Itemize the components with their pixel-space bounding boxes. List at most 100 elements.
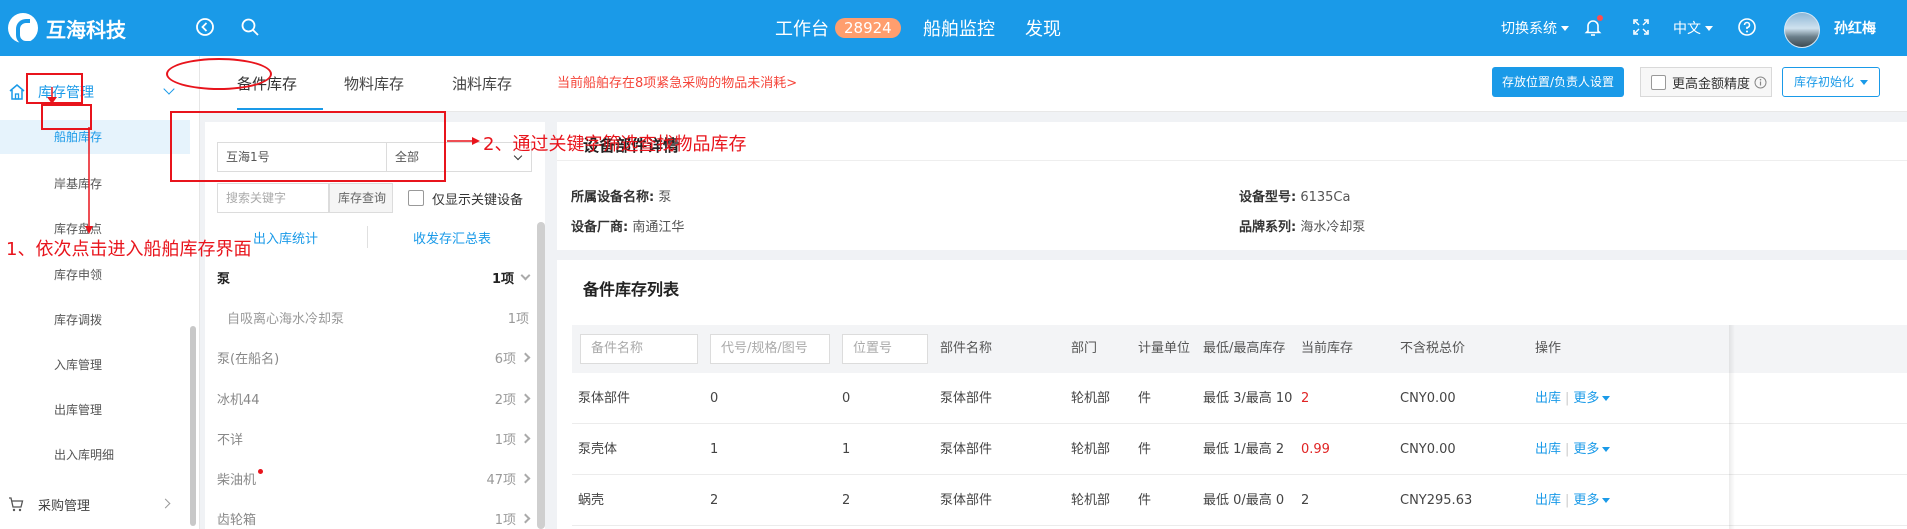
annotation-step1: 1、依次点击进入船舶库存界面 (6, 239, 252, 260)
inventory-init-dropdown[interactable]: 库存初始化 (1782, 67, 1880, 97)
equip-name-label: 所属设备名称: (571, 190, 655, 205)
category-item[interactable]: 齿轮箱 1项 (217, 498, 531, 529)
table-row: 蜗壳 2 2 泵体部件 轮机部 件 最低 0/最高 0 2 CNY295.63 … (572, 475, 1907, 526)
sidebar-item-shore-inventory[interactable]: 岸基库存 (54, 174, 102, 194)
divider (367, 226, 368, 248)
language-label: 中文 (1673, 21, 1701, 37)
header-part-name: 部件名称 (940, 341, 993, 356)
category-item[interactable]: 泵 1项 (217, 257, 531, 297)
maker-label: 设备厂商: (571, 220, 629, 235)
outbound-link[interactable]: 出库 (1535, 391, 1561, 406)
category-count: 6项 (494, 351, 516, 367)
switch-system-dropdown[interactable]: 切换系统 (1501, 0, 1569, 56)
maker-field: 设备厂商: 南通江华 (571, 216, 684, 235)
cell-total: CNY295.63 (1400, 493, 1473, 508)
location-filter-input[interactable]: 位置号 (842, 334, 928, 364)
cell-unit: 件 (1138, 493, 1152, 508)
nav-discover[interactable]: 发现 (1025, 0, 1061, 56)
nav-workbench[interactable]: 工作台 28924 (775, 0, 901, 56)
cell-dept: 轮机部 (1071, 391, 1111, 406)
higher-precision-checkbox[interactable] (1651, 74, 1666, 90)
model-field: 设备型号: 6135Ca (1239, 186, 1350, 205)
alert-dot (258, 468, 264, 474)
key-equipment-checkbox[interactable] (408, 190, 424, 206)
category-item[interactable]: 不详 1项 (217, 418, 531, 458)
back-icon[interactable] (194, 16, 216, 38)
more-label: 更多 (1573, 442, 1600, 457)
help-icon[interactable] (1736, 16, 1758, 38)
more-dropdown[interactable]: 更多 (1573, 391, 1611, 406)
tab-oil[interactable]: 油料库存 (452, 56, 512, 112)
sidebar-item-requisition[interactable]: 库存申领 (54, 265, 102, 285)
chevron-right-icon (520, 473, 531, 483)
summary-report-link[interactable]: 收发存汇总表 (413, 228, 491, 247)
sidebar-item-transfer[interactable]: 库存调拨 (54, 310, 102, 330)
category-item[interactable]: 冰机44 2项 (217, 378, 531, 418)
language-dropdown[interactable]: 中文 (1673, 0, 1713, 56)
nav-ship-monitor[interactable]: 船舶监控 (923, 0, 995, 56)
chevron-right-icon (520, 352, 531, 362)
table-header: 备件名称 代号/规格/图号 位置号 部件名称 部门 计量单位 最低/最高库存 当… (572, 325, 1907, 373)
sidebar-item-io-detail[interactable]: 出入库明细 (54, 445, 114, 465)
divider: | (1565, 442, 1570, 457)
category-name: 冰机44 (217, 392, 260, 408)
maker-value: 南通江华 (632, 220, 685, 235)
search-icon[interactable] (239, 16, 261, 38)
category-child-item[interactable]: 自吸离心海水冷却泵 1项 (217, 297, 529, 337)
info-icon[interactable] (1754, 76, 1767, 89)
sidebar-item-outbound[interactable]: 出库管理 (54, 400, 102, 420)
sidebar-item-ship-inventory[interactable]: 船舶库存 (54, 127, 102, 147)
row-actions: 出库 | 更多 (1535, 475, 1611, 526)
caret-down-icon (1561, 25, 1569, 31)
sidebar-scrollbar[interactable] (190, 326, 196, 526)
cell-code: 1 (710, 442, 719, 457)
header-unit: 计量单位 (1138, 341, 1191, 356)
category-name: 泵(在船名) (217, 351, 280, 367)
sidebar-section-purchase-label: 采购管理 (38, 498, 91, 514)
urgent-alert-link[interactable]: 当前船舶存在8项紧急采购的物品未消耗> (557, 56, 797, 112)
brand-name: 互海科技 (46, 17, 126, 42)
cell-dept: 轮机部 (1071, 442, 1111, 457)
avatar[interactable] (1784, 12, 1820, 48)
brand-logo[interactable]: 互海科技 (8, 12, 126, 45)
header-total-price: 不含税总价 (1400, 341, 1466, 356)
inventory-query-button[interactable]: 库存查询 (329, 183, 393, 213)
cell-code: 2 (710, 493, 719, 508)
higher-precision-toggle[interactable]: 更高金额精度 (1640, 67, 1772, 97)
equip-name-value: 泵 (658, 190, 672, 205)
keyword-search-input[interactable]: 搜索关键字 (217, 183, 329, 213)
switch-system-label: 切换系统 (1501, 21, 1557, 37)
part-name-filter-input[interactable]: 备件名称 (580, 334, 698, 364)
more-label: 更多 (1573, 493, 1600, 508)
category-count: 1项 (507, 311, 529, 327)
more-dropdown[interactable]: 更多 (1573, 442, 1611, 457)
fullscreen-icon[interactable] (1630, 16, 1652, 38)
location-settings-button[interactable]: 存放位置/负责人设置 (1492, 67, 1624, 97)
sidebar-section-purchase[interactable]: 采购管理 (0, 488, 190, 520)
category-panel: 互海1号 全部 搜索关键字 库存查询 仅显示关键设备 出入库统计 收发存汇总表 … (205, 122, 545, 529)
outbound-link[interactable]: 出库 (1535, 442, 1561, 457)
category-item[interactable]: 柴油机 47项 (217, 458, 531, 498)
category-item[interactable]: 泵(在船名) 6项 (217, 337, 531, 377)
code-filter-input[interactable]: 代号/规格/图号 (710, 334, 830, 364)
tab-materials[interactable]: 物料库存 (344, 56, 404, 112)
chevron-right-icon (520, 513, 531, 523)
io-stats-link[interactable]: 出入库统计 (253, 228, 318, 247)
header-current-stock: 当前库存 (1301, 341, 1354, 356)
category-count: 47项 (486, 472, 516, 488)
cell-dept: 轮机部 (1071, 493, 1111, 508)
active-tab-indicator (237, 108, 323, 110)
cell-min-max: 最低 1/最高 2 (1203, 442, 1285, 457)
higher-precision-label: 更高金额精度 (1672, 76, 1751, 92)
outbound-link[interactable]: 出库 (1535, 493, 1561, 508)
more-dropdown[interactable]: 更多 (1573, 493, 1611, 508)
username[interactable]: 孙红梅 (1834, 0, 1876, 56)
key-equipment-filter[interactable]: 仅显示关键设备 (408, 186, 523, 210)
annotation-step2: 2、通过关键字筛选查找物品库存 (483, 134, 747, 155)
cell-min-max: 最低 0/最高 0 (1203, 493, 1285, 508)
category-count: 2项 (494, 392, 516, 408)
tabs-bar: 备件库存 物料库存 油料库存 当前船舶存在8项紧急采购的物品未消耗> 存放位置/… (200, 56, 1907, 112)
sidebar-item-inbound[interactable]: 入库管理 (54, 355, 102, 375)
equipment-detail-panel: 设备部件详情 所属设备名称: 泵 设备型号: 6135Ca 设备厂商: 南通江华… (557, 122, 1907, 250)
category-scrollbar[interactable] (537, 222, 545, 529)
